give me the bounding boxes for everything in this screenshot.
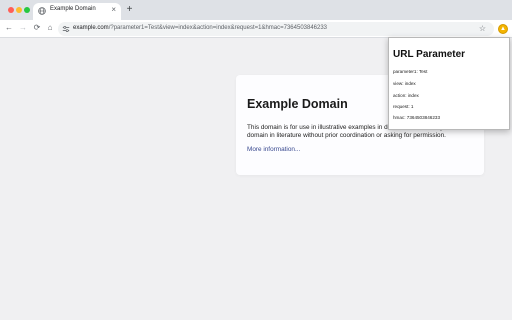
url-host: example.com bbox=[73, 25, 109, 31]
forward-button[interactable]: → bbox=[18, 23, 28, 33]
popup-title: URL Parameter bbox=[393, 49, 466, 60]
reload-button[interactable]: ⟳ bbox=[32, 23, 42, 33]
home-button[interactable]: ⌂ bbox=[45, 23, 55, 33]
url-text[interactable]: example.com/?parameter1=Test&view=index&… bbox=[73, 25, 327, 31]
browser-toolbar: ← → ⟳ ⌂ example.com/?parameter1=Test&vie… bbox=[0, 20, 512, 38]
param-item: request: 1 bbox=[393, 104, 414, 109]
tab-strip: Example Domain × + bbox=[0, 0, 512, 20]
bookmark-star-icon[interactable]: ☆ bbox=[479, 24, 486, 34]
minimize-window-button[interactable] bbox=[16, 7, 22, 13]
extension-button[interactable]: ▲ bbox=[498, 24, 508, 34]
tab-example-domain[interactable]: Example Domain × bbox=[33, 3, 121, 20]
maximize-window-button[interactable] bbox=[24, 7, 30, 13]
new-tab-button[interactable]: + bbox=[124, 4, 135, 15]
tab-title: Example Domain bbox=[50, 6, 96, 12]
param-item: action: index bbox=[393, 93, 419, 98]
back-button[interactable]: ← bbox=[4, 23, 14, 33]
page-title: Example Domain bbox=[247, 97, 348, 111]
close-window-button[interactable] bbox=[8, 7, 14, 13]
param-item: view: index bbox=[393, 81, 416, 86]
site-info-icon[interactable] bbox=[62, 25, 70, 33]
globe-icon bbox=[38, 7, 46, 15]
shield-icon: ▲ bbox=[500, 26, 506, 32]
url-parameter-popup: URL Parameter parameter1: Test view: ind… bbox=[388, 37, 510, 130]
param-item: parameter1: Test bbox=[393, 69, 428, 74]
close-tab-icon[interactable]: × bbox=[111, 5, 116, 15]
more-information-link[interactable]: More information... bbox=[247, 146, 300, 153]
param-item: hmac: 7364503846233 bbox=[393, 115, 440, 120]
address-bar[interactable]: example.com/?parameter1=Test&view=index&… bbox=[58, 22, 494, 36]
url-path: /?parameter1=Test&view=index&action=inde… bbox=[108, 25, 328, 31]
